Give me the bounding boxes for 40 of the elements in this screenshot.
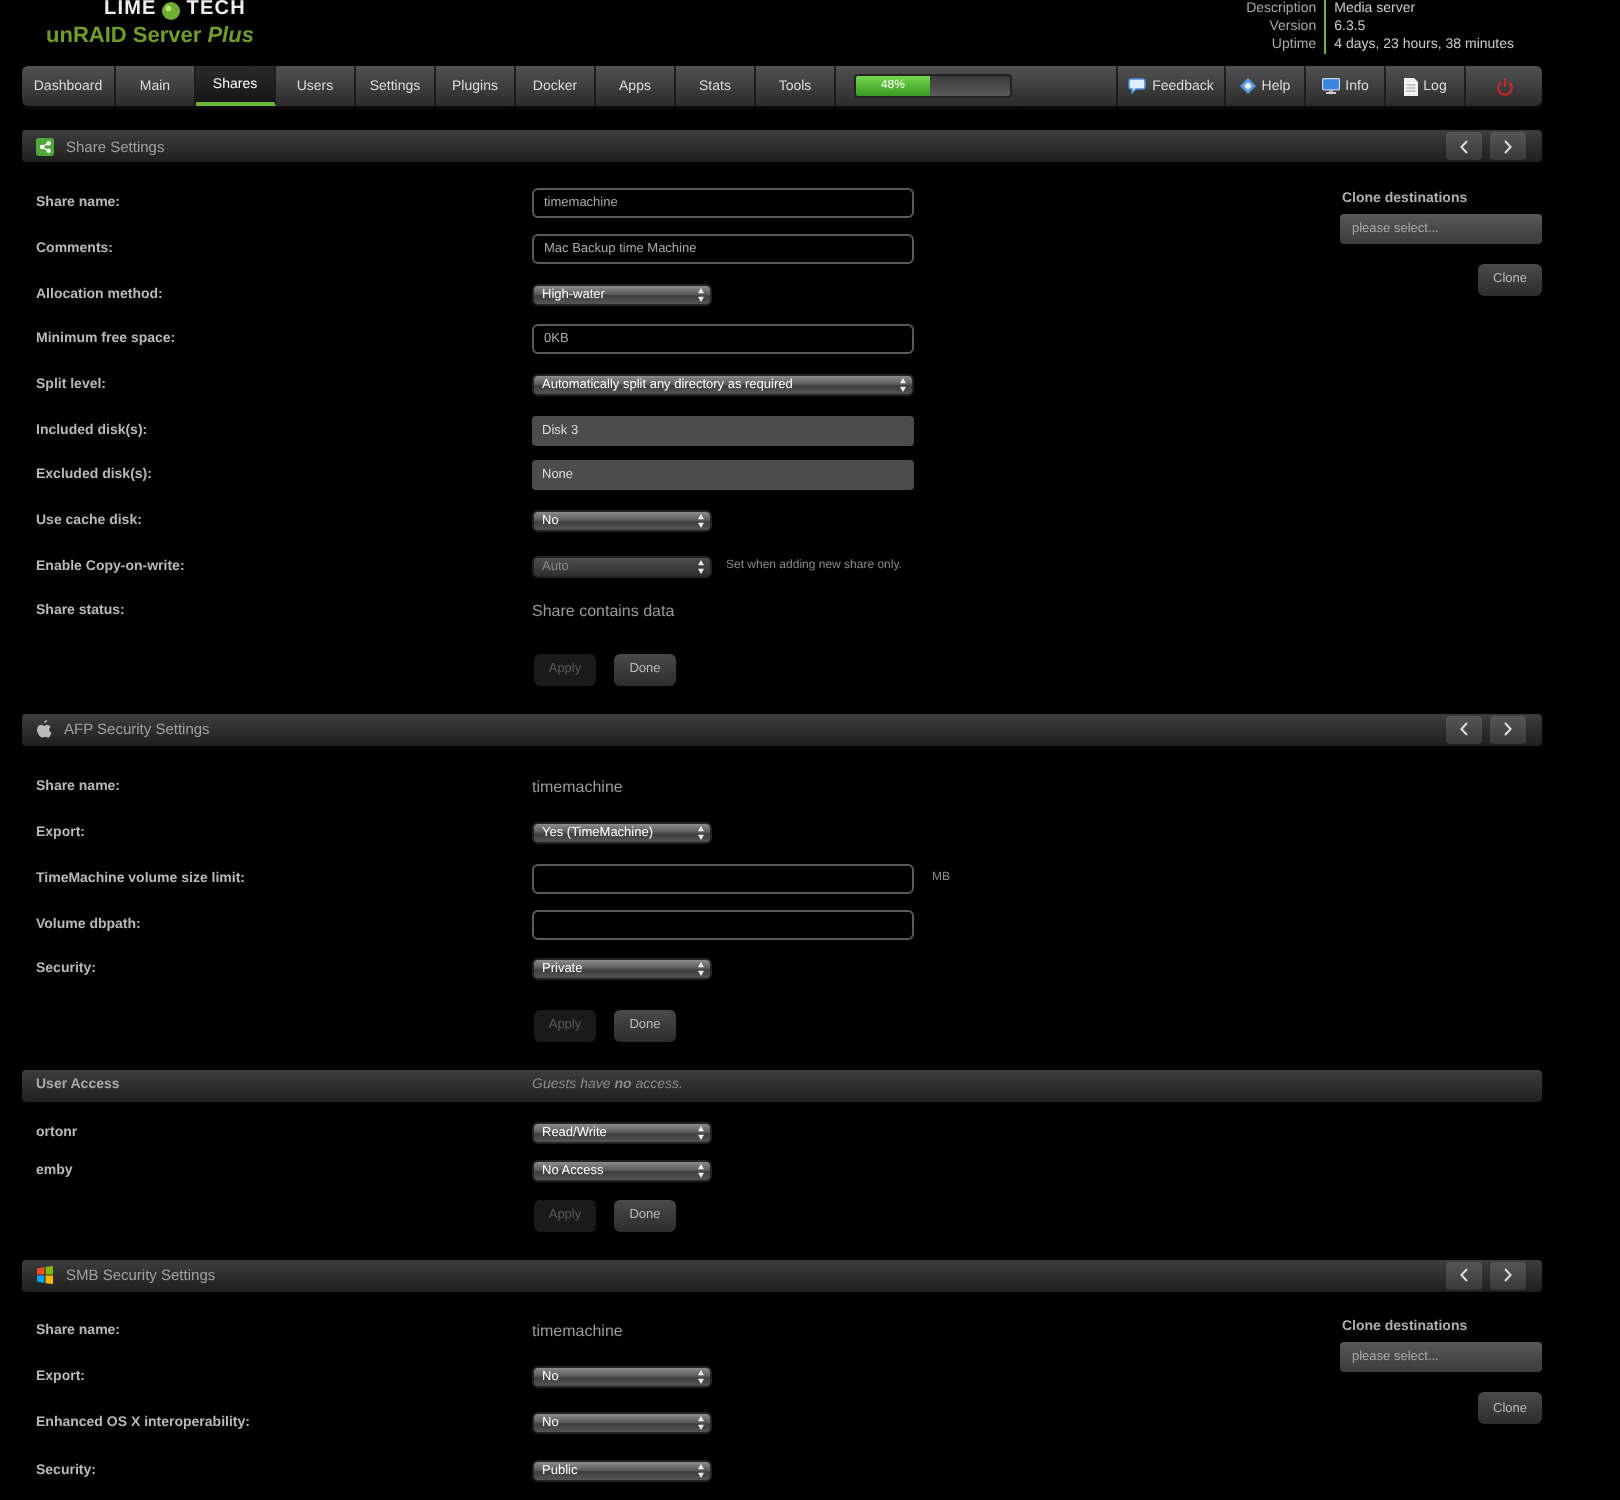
updown-caret-icon bbox=[698, 826, 704, 841]
product-name: unRAID Server Plus bbox=[46, 24, 254, 48]
previous-button[interactable] bbox=[1446, 715, 1482, 744]
apple-icon bbox=[36, 720, 52, 739]
next-button[interactable] bbox=[1490, 132, 1526, 160]
field-value: timemachine bbox=[532, 778, 623, 797]
updown-caret-icon bbox=[698, 1164, 704, 1179]
chevron-right-icon bbox=[1504, 722, 1512, 737]
speech-bubble-icon bbox=[1128, 78, 1147, 94]
flag-icon bbox=[36, 1266, 54, 1285]
chevron-left-icon bbox=[1460, 1268, 1468, 1283]
field-value: Share contains data bbox=[532, 602, 675, 621]
updown-caret-icon bbox=[698, 962, 704, 977]
updown-caret-icon bbox=[698, 1416, 704, 1431]
updown-caret-icon bbox=[698, 559, 704, 574]
next-button[interactable] bbox=[1490, 715, 1526, 744]
updown-caret-icon bbox=[698, 514, 704, 529]
updown-caret-icon bbox=[698, 1463, 704, 1478]
chevron-left-icon bbox=[1460, 722, 1468, 737]
updown-caret-icon bbox=[900, 378, 906, 393]
chevron-left-icon bbox=[1460, 139, 1468, 153]
chevron-right-icon bbox=[1504, 139, 1512, 153]
power-icon bbox=[1495, 77, 1513, 95]
updown-caret-icon bbox=[698, 287, 704, 302]
text-input[interactable] bbox=[532, 909, 914, 940]
document-icon bbox=[1403, 77, 1418, 95]
chevron-right-icon bbox=[1504, 1268, 1512, 1283]
previous-button[interactable] bbox=[1446, 132, 1482, 160]
next-button[interactable] bbox=[1490, 1261, 1526, 1290]
logo-word: LIME bbox=[104, 0, 157, 20]
previous-button[interactable] bbox=[1446, 1261, 1482, 1290]
updown-caret-icon bbox=[698, 1126, 704, 1141]
logo-word: TECH bbox=[186, 0, 246, 20]
text-input[interactable] bbox=[532, 863, 914, 894]
updown-caret-icon bbox=[698, 1370, 704, 1385]
monitor-icon bbox=[1321, 78, 1340, 94]
diamond-icon bbox=[1239, 78, 1256, 94]
lime-icon bbox=[162, 1, 181, 19]
field-value: timemachine bbox=[532, 1321, 623, 1340]
share-icon bbox=[36, 137, 54, 155]
